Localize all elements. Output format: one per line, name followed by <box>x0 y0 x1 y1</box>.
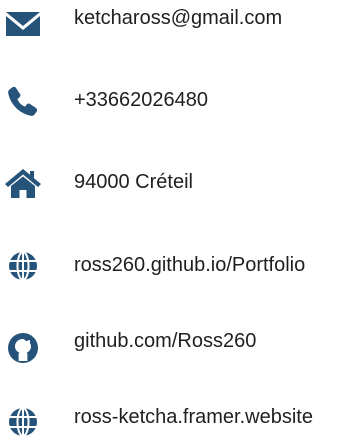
address-text: 94000 Créteil <box>74 171 193 193</box>
contact-portfolio[interactable]: ross260.github.io/Portfolio <box>0 245 361 289</box>
github-link[interactable]: github.com/Ross260 <box>74 329 256 353</box>
globe-icon <box>4 247 42 285</box>
contact-github[interactable]: github.com/Ross260 <box>0 327 361 371</box>
phone-icon <box>4 82 42 120</box>
portfolio-link[interactable]: ross260.github.io/Portfolio <box>74 253 305 277</box>
envelope-icon <box>4 5 42 43</box>
contact-email[interactable]: ketchaross@gmail.com <box>0 0 361 44</box>
globe-icon <box>4 403 42 441</box>
github-icon <box>4 329 42 367</box>
contact-list: ketchaross@gmail.com +33662026480 94000 … <box>0 0 361 439</box>
contact-website[interactable]: ross-ketcha.framer.website <box>0 403 361 447</box>
phone-text: +33662026480 <box>74 89 209 111</box>
email-text: ketchaross@gmail.com <box>74 7 283 29</box>
home-icon <box>4 164 42 202</box>
contact-phone[interactable]: +33662026480 <box>0 80 361 124</box>
website-link[interactable]: ross-ketcha.framer.website <box>74 405 313 429</box>
contact-address[interactable]: 94000 Créteil <box>0 162 361 206</box>
